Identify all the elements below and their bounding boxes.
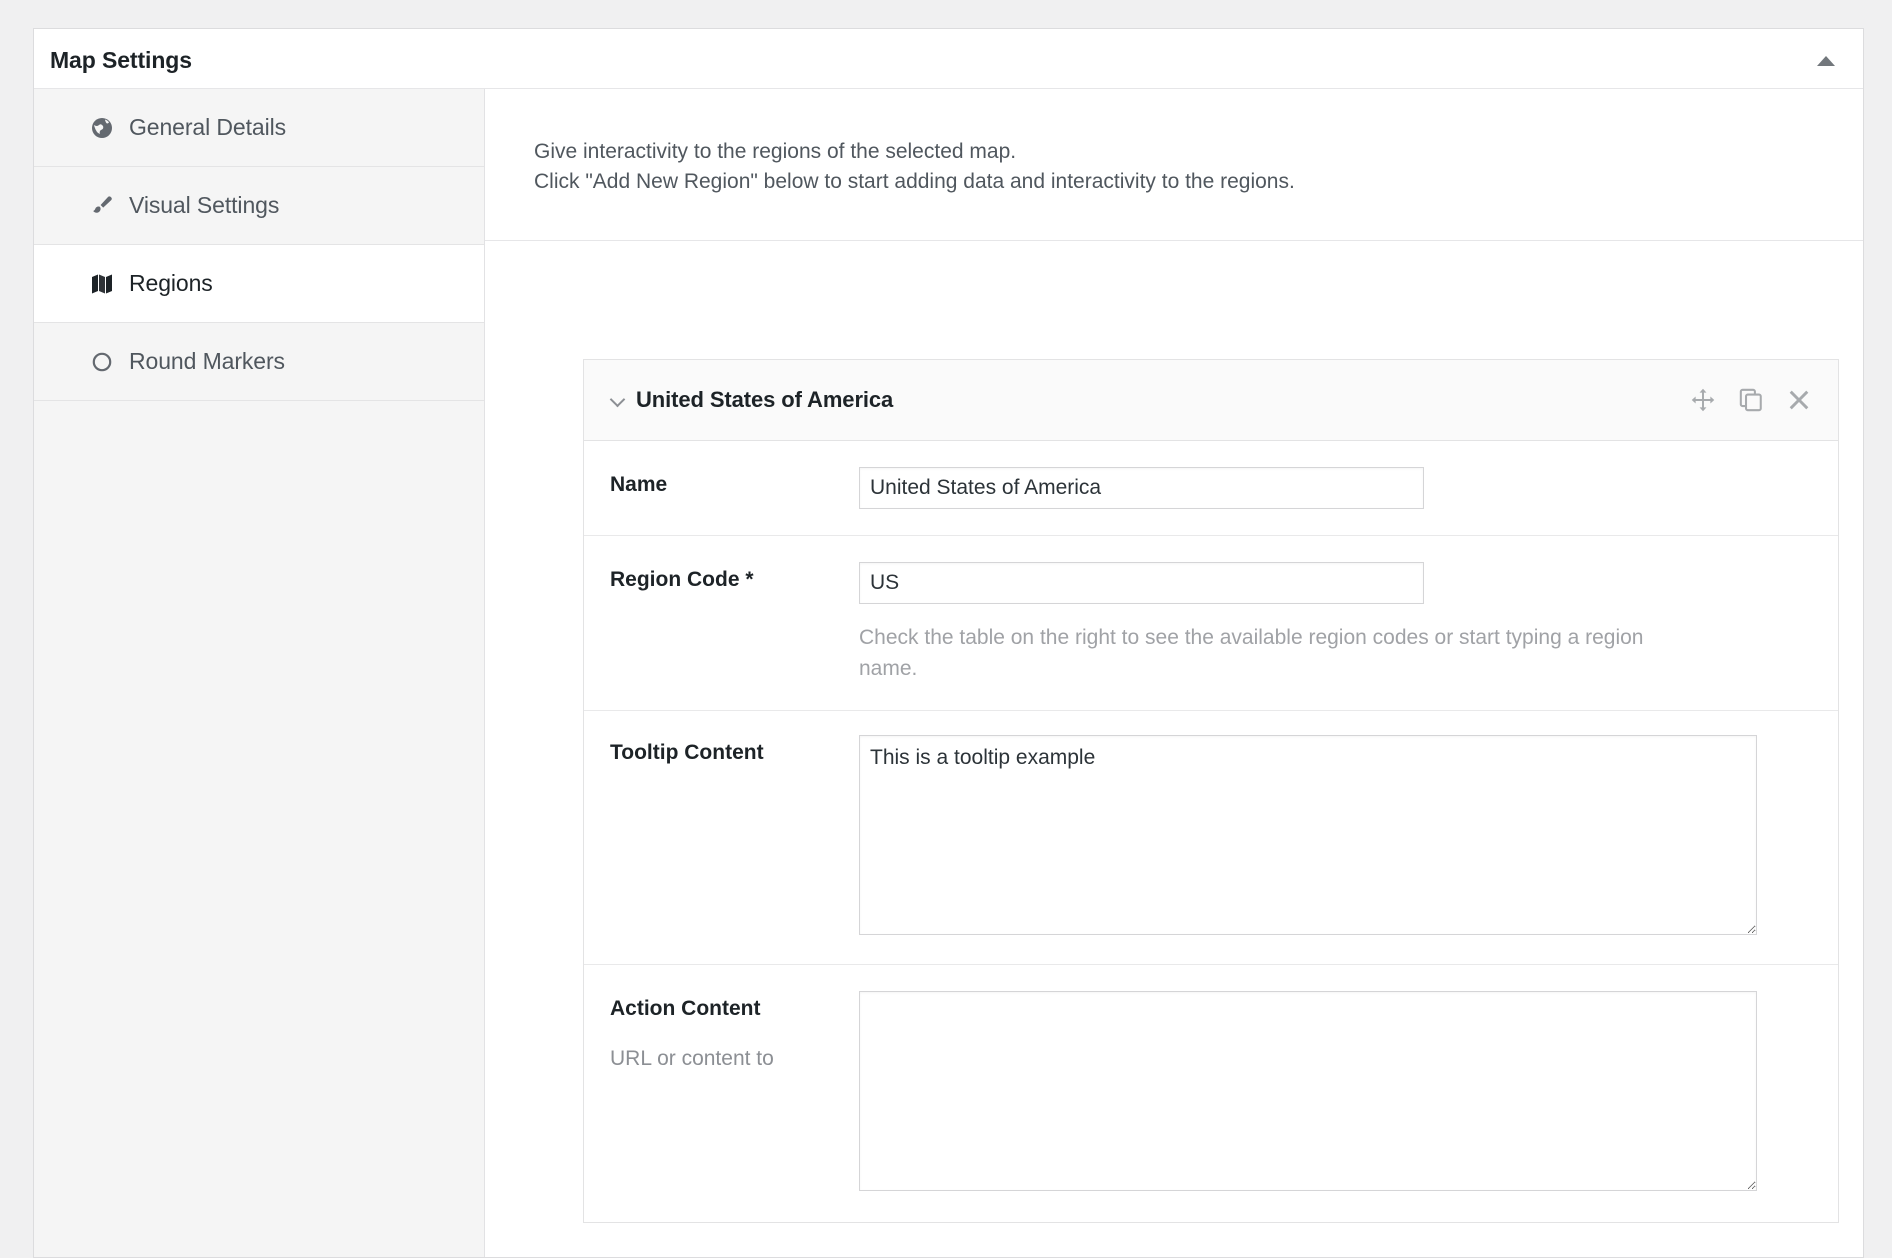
intro-line-1: Give interactivity to the regions of the… xyxy=(534,140,1017,163)
metabox-header: Map Settings xyxy=(34,29,1863,89)
action-content-textarea[interactable] xyxy=(859,991,1757,1191)
sidebar-item-visual-settings[interactable]: Visual Settings xyxy=(34,167,484,245)
sidebar-item-round-markers[interactable]: Round Markers xyxy=(34,323,484,401)
region-code-input[interactable] xyxy=(859,562,1424,604)
sidebar-empty-space xyxy=(34,401,484,1257)
name-input[interactable] xyxy=(859,467,1424,509)
name-control xyxy=(859,467,1838,509)
page-root: Map Settings General Details Visual Sett… xyxy=(0,0,1892,1258)
region-code-hint: Check the table on the right to see the … xyxy=(859,626,1644,680)
action-content-sub-label: URL or content to xyxy=(610,1047,774,1070)
action-content-control xyxy=(859,991,1838,1196)
sidebar-item-general-details[interactable]: General Details xyxy=(34,89,484,167)
circle-outline-icon xyxy=(89,349,115,375)
sidebar-item-label: Round Markers xyxy=(129,348,285,374)
sidebar-item-label: General Details xyxy=(129,114,287,140)
map-icon xyxy=(89,271,115,297)
map-settings-metabox: Map Settings General Details Visual Sett… xyxy=(33,28,1864,1258)
field-row-action-content: Action Content URL or content to xyxy=(584,965,1838,1222)
move-icon[interactable] xyxy=(1688,385,1718,415)
page-title: Map Settings xyxy=(50,47,192,73)
tooltip-content-control: This is a tooltip example xyxy=(859,735,1838,940)
sidebar-item-regions[interactable]: Regions xyxy=(34,245,484,323)
sidebar-item-label: Regions xyxy=(129,270,213,296)
region-panel: United States of America Name United Sta… xyxy=(583,359,1839,1223)
sidebar-item-label: Visual Settings xyxy=(129,192,280,218)
region-code-label: Region Code * xyxy=(610,568,754,591)
metabox-body: General Details Visual Settings Regions … xyxy=(34,89,1863,1257)
region-panel-title: United States of America xyxy=(636,387,894,412)
tooltip-content-textarea[interactable]: This is a tooltip example xyxy=(859,735,1757,935)
chevron-down-icon[interactable] xyxy=(610,392,626,408)
region-code-control: Check the table on the right to see the … xyxy=(859,562,1838,684)
triangle-up-glyph xyxy=(1817,56,1835,66)
action-content-label-text: Action Content xyxy=(610,997,761,1020)
field-row-region-code: Region Code * Check the table on the rig… xyxy=(584,536,1838,711)
action-content-label: Action Content URL or content to xyxy=(584,991,859,1196)
tooltip-content-label: Tooltip Content xyxy=(610,741,764,764)
field-row-tooltip-content: Tooltip Content This is a tooltip exampl… xyxy=(584,711,1838,965)
name-label: Name xyxy=(610,473,668,496)
region-panel-actions xyxy=(1688,360,1814,440)
close-icon[interactable] xyxy=(1784,385,1814,415)
triangle-up-icon[interactable] xyxy=(1803,45,1849,77)
regions-content-pane: Give interactivity to the regions of the… xyxy=(485,89,1863,1257)
globe-icon xyxy=(89,115,115,141)
regions-intro: Give interactivity to the regions of the… xyxy=(485,89,1863,241)
settings-sidebar: General Details Visual Settings Regions … xyxy=(34,89,485,1257)
field-row-name: Name xyxy=(584,441,1838,536)
paint-brush-icon xyxy=(89,193,115,219)
intro-line-2: Click "Add New Region" below to start ad… xyxy=(534,170,1295,193)
region-panel-header[interactable]: United States of America xyxy=(584,360,1838,441)
duplicate-icon[interactable] xyxy=(1736,385,1766,415)
